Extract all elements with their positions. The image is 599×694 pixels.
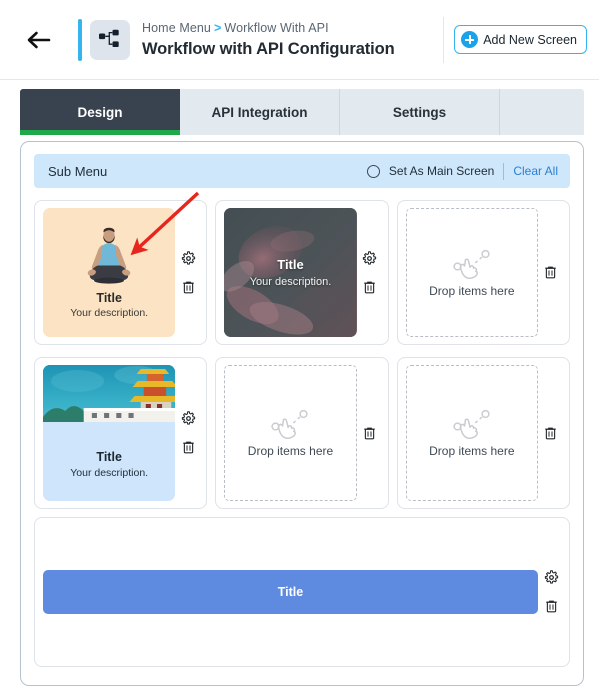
grid-cell[interactable]: Title Your description. (215, 200, 389, 345)
sitemap-icon (99, 29, 119, 47)
tab-bar-filler (500, 89, 584, 135)
pink-flower-photo (224, 208, 357, 337)
drop-zone[interactable]: Drop items here (405, 365, 538, 501)
add-new-screen-button[interactable]: Add New Screen (454, 25, 587, 54)
back-button[interactable] (22, 23, 56, 57)
trash-icon[interactable] (362, 280, 377, 295)
card-title: Title (277, 257, 304, 272)
add-new-screen-label: Add New Screen (483, 32, 577, 47)
card-actions (538, 265, 564, 280)
tab-design-label: Design (77, 104, 123, 120)
set-as-main-screen-label[interactable]: Set As Main Screen (389, 164, 494, 178)
breadcrumb-root[interactable]: Home Menu (142, 21, 211, 35)
trash-icon[interactable] (181, 280, 196, 295)
drop-zone-label: Drop items here (247, 444, 334, 458)
screen-card-yoga[interactable]: Title Your description. (43, 208, 176, 337)
card-actions (357, 250, 383, 295)
gear-icon[interactable] (181, 411, 196, 426)
drag-hand-icon (271, 409, 309, 440)
card-actions (357, 426, 383, 441)
drop-zone-label: Drop items here (429, 444, 515, 458)
header-accent-bar (78, 18, 82, 61)
drag-hand-icon (453, 409, 490, 440)
breadcrumb: Home Menu > Workflow With API (142, 20, 443, 36)
grid-cell[interactable]: Title Your description. (34, 357, 208, 509)
sub-menu-bar: Sub Menu Set As Main Screen Clear All (34, 154, 570, 188)
drag-hand-icon (453, 249, 490, 279)
grid-cell[interactable]: Drop items here (396, 200, 570, 345)
card-text-area: Title Your description. (43, 427, 175, 501)
page-header: Home Menu > Workflow With API Workflow wit… (0, 0, 599, 80)
gear-icon[interactable] (544, 570, 559, 585)
pagoda-temple-image (43, 365, 176, 427)
card-actions (175, 411, 201, 455)
drop-zone-label: Drop items here (429, 283, 515, 298)
gear-icon[interactable] (181, 250, 196, 266)
breadcrumb-separator: > (214, 21, 222, 35)
trash-icon[interactable] (544, 599, 559, 614)
trash-icon[interactable] (181, 440, 196, 455)
card-description: Your description. (249, 276, 332, 288)
sub-menu-title: Sub Menu (48, 163, 108, 179)
tab-design[interactable]: Design (20, 89, 180, 135)
control-divider (503, 162, 505, 180)
tab-api-integration-label: API Integration (211, 104, 308, 120)
card-actions (538, 426, 564, 441)
tab-settings-label: Settings (392, 104, 447, 120)
drop-zone[interactable]: Drop items here (224, 365, 357, 501)
workflow-logo (90, 19, 130, 60)
grid-cell[interactable]: Title Your description. (34, 200, 208, 345)
gear-icon[interactable] (362, 250, 377, 266)
screen-card-temple[interactable]: Title Your description. (43, 365, 176, 501)
clear-all-button[interactable]: Clear All (513, 164, 558, 178)
set-as-main-screen-radio[interactable] (366, 164, 380, 178)
breadcrumb-current: Workflow With API (224, 21, 329, 35)
tab-bar: Design API Integration Settings (20, 89, 584, 135)
trash-icon[interactable] (362, 426, 377, 441)
card-description: Your description. (70, 306, 149, 319)
page-title: Workflow with API Configuration (142, 40, 395, 58)
banner-actions (538, 570, 564, 614)
grid-cell[interactable]: Drop items here (396, 357, 570, 509)
trash-icon[interactable] (543, 426, 558, 441)
sub-menu-controls: Set As Main Screen Clear All (366, 162, 558, 180)
trash-icon[interactable] (543, 265, 558, 280)
tab-settings[interactable]: Settings (340, 89, 500, 135)
drop-zone[interactable]: Drop items here (405, 208, 538, 337)
pagoda-temple-photo (43, 365, 176, 427)
tab-api-integration[interactable]: API Integration (180, 89, 340, 135)
header-title-block: Home Menu > Workflow With API Workflow wit… (142, 20, 443, 59)
banner-title: Title (277, 585, 304, 599)
card-title: Title (96, 449, 122, 464)
card-title: Title (96, 290, 122, 305)
screen-grid-row-2: Title Your description. Drop items here … (34, 357, 570, 509)
card-description: Your description. (70, 466, 149, 479)
design-canvas-panel: Sub Menu Set As Main Screen Clear All Ti… (20, 141, 584, 686)
grid-cell-wide[interactable]: Title (34, 517, 570, 667)
card-actions (175, 250, 201, 295)
arrow-left-icon (27, 31, 51, 48)
screen-card-flower[interactable]: Title Your description. (224, 208, 357, 337)
yoga-meditation-icon (87, 227, 131, 284)
plus-circle-icon (461, 31, 479, 48)
screen-banner[interactable]: Title (43, 570, 538, 614)
header-actions: Add New Screen (443, 16, 587, 63)
grid-cell[interactable]: Drop items here (215, 357, 389, 509)
screen-grid-row-1: Title Your description. Title Your descr… (34, 200, 570, 345)
